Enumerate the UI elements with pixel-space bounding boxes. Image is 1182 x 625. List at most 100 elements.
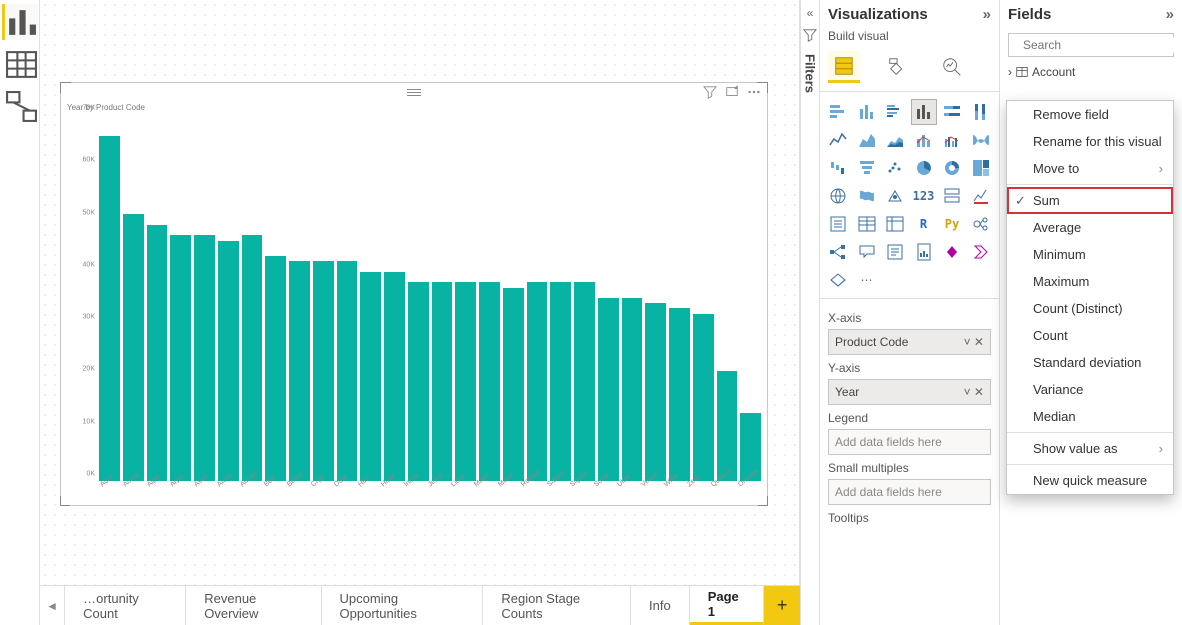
filter-icon[interactable] [703, 85, 717, 99]
bar[interactable] [550, 282, 571, 481]
bar[interactable] [669, 308, 690, 481]
line-chart-icon[interactable] [826, 128, 850, 152]
decomposition-tree-icon[interactable] [826, 240, 850, 264]
chart-visual[interactable]: Year by Product Code 0K10K20K30K40K50K60… [60, 82, 768, 506]
search-input[interactable] [1021, 37, 1180, 53]
line-clustered-column-icon[interactable] [940, 128, 964, 152]
collapse-fields-pane-icon[interactable]: » [1166, 6, 1174, 23]
bar[interactable] [313, 261, 334, 481]
bar[interactable] [123, 214, 144, 481]
data-view-button[interactable] [2, 46, 38, 82]
funnel-icon[interactable] [855, 156, 879, 180]
bar[interactable] [432, 282, 453, 481]
bar[interactable] [408, 282, 429, 481]
card-icon[interactable]: 123 [912, 184, 936, 208]
report-canvas[interactable]: Year by Product Code 0K10K20K30K40K50K60… [40, 0, 800, 585]
bar[interactable] [574, 282, 595, 481]
qa-icon[interactable] [855, 240, 879, 264]
python-visual-icon[interactable]: Py [940, 212, 964, 236]
smart-narrative-icon[interactable] [883, 240, 907, 264]
area-chart-icon[interactable] [855, 128, 879, 152]
model-view-button[interactable] [2, 88, 38, 124]
line-stacked-column-icon[interactable] [912, 128, 936, 152]
bar[interactable] [289, 261, 310, 481]
ctx-minimum[interactable]: Minimum [1007, 241, 1173, 268]
build-visual-tab[interactable] [828, 51, 860, 83]
filters-pane-collapsed[interactable]: « Filters [800, 0, 820, 625]
bar[interactable] [598, 298, 619, 481]
tab-info[interactable]: Info [631, 586, 690, 625]
analytics-tab[interactable] [936, 51, 968, 83]
bar[interactable] [479, 282, 500, 481]
tab-opportunity-count[interactable]: …ortunity Count [65, 586, 186, 625]
focus-mode-icon[interactable] [725, 85, 739, 99]
ctx-median[interactable]: Median [1007, 403, 1173, 430]
xaxis-well[interactable]: Product Code ˅ ✕ [828, 329, 991, 355]
clustered-bar-icon[interactable] [883, 100, 907, 124]
hundred-stacked-column-icon[interactable] [969, 100, 993, 124]
fields-search[interactable] [1008, 33, 1174, 57]
bar[interactable] [194, 235, 215, 481]
bar[interactable] [147, 225, 168, 481]
drag-handle-icon[interactable] [407, 89, 421, 96]
legend-well[interactable]: Add data fields here [828, 429, 991, 455]
clustered-column-icon[interactable] [912, 100, 936, 124]
bar[interactable] [645, 303, 666, 481]
bar[interactable] [170, 235, 191, 481]
scatter-icon[interactable] [883, 156, 907, 180]
stacked-area-icon[interactable] [883, 128, 907, 152]
ctx-stdev[interactable]: Standard deviation [1007, 349, 1173, 376]
more-options-icon[interactable] [747, 85, 761, 99]
donut-icon[interactable] [940, 156, 964, 180]
chevron-down-icon[interactable]: ˅ ✕ [964, 385, 984, 399]
power-automate-icon[interactable] [969, 240, 993, 264]
more-visuals-icon[interactable]: ⋯ [855, 268, 879, 292]
slicer-icon[interactable] [826, 212, 850, 236]
treemap-icon[interactable] [969, 156, 993, 180]
bar[interactable] [693, 314, 714, 481]
tabs-scroll-left[interactable]: ◄ [40, 586, 65, 625]
bar[interactable] [503, 288, 524, 481]
matrix-icon[interactable] [883, 212, 907, 236]
ctx-show-value-as[interactable]: Show value as › [1007, 435, 1173, 462]
add-page-button[interactable]: + [764, 586, 800, 625]
bar[interactable] [242, 235, 263, 481]
ctx-move-to[interactable]: Move to › [1007, 155, 1173, 182]
tab-revenue-overview[interactable]: Revenue Overview [186, 586, 321, 625]
map-icon[interactable] [826, 184, 850, 208]
get-more-visuals-icon[interactable] [826, 268, 850, 292]
bar[interactable] [527, 282, 548, 481]
key-influencers-icon[interactable] [969, 212, 993, 236]
ctx-count[interactable]: Count [1007, 322, 1173, 349]
bar[interactable] [218, 241, 239, 482]
ctx-average[interactable]: Average [1007, 214, 1173, 241]
tab-upcoming-opportunities[interactable]: Upcoming Opportunities [322, 586, 484, 625]
collapse-viz-pane-icon[interactable]: » [983, 6, 991, 23]
r-visual-icon[interactable]: R [912, 212, 936, 236]
ctx-count-distinct[interactable]: Count (Distinct) [1007, 295, 1173, 322]
format-visual-tab[interactable] [882, 51, 914, 83]
smallmult-well[interactable]: Add data fields here [828, 479, 991, 505]
pie-icon[interactable] [912, 156, 936, 180]
ctx-maximum[interactable]: Maximum [1007, 268, 1173, 295]
stacked-column-icon[interactable] [855, 100, 879, 124]
tab-region-stage-counts[interactable]: Region Stage Counts [483, 586, 631, 625]
ctx-variance[interactable]: Variance [1007, 376, 1173, 403]
table-viz-icon[interactable] [855, 212, 879, 236]
table-account[interactable]: › Account [1000, 61, 1182, 83]
tab-page-1[interactable]: Page 1 [690, 586, 765, 625]
bar[interactable] [265, 256, 286, 481]
chevron-down-icon[interactable]: ˅ ✕ [964, 335, 984, 349]
ctx-sum[interactable]: ✓ Sum [1007, 187, 1173, 214]
report-view-button[interactable] [2, 4, 38, 40]
hundred-stacked-bar-icon[interactable] [940, 100, 964, 124]
kpi-icon[interactable] [969, 184, 993, 208]
expand-filters-icon[interactable]: « [807, 6, 814, 20]
azure-map-icon[interactable] [883, 184, 907, 208]
bar[interactable] [337, 261, 358, 481]
bar[interactable] [99, 136, 120, 481]
multi-row-card-icon[interactable] [940, 184, 964, 208]
bar[interactable] [622, 298, 643, 481]
paginated-report-icon[interactable] [912, 240, 936, 264]
bar[interactable] [717, 371, 738, 481]
